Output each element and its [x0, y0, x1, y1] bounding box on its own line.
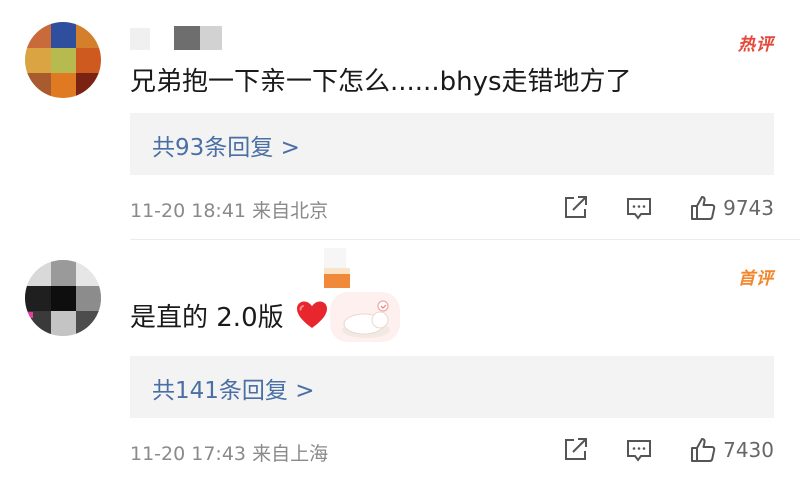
like-button[interactable]: 7430 [689, 436, 774, 464]
comment-time: 11-20 17:43 [130, 443, 247, 465]
comment-icon[interactable] [625, 436, 653, 464]
comment-text-body: 是直的 2.0版 [130, 303, 284, 333]
share-icon[interactable] [561, 436, 589, 464]
hot-comment-badge: 热评 [738, 35, 774, 55]
replies-label: 共141条回复 > [152, 378, 315, 404]
like-count: 7430 [723, 438, 774, 462]
comment-actions: 7430 [561, 436, 774, 464]
replies-link[interactable]: 共141条回复 > [130, 356, 774, 418]
replies-label: 共93条回复 > [152, 135, 300, 161]
comment-meta: 11-20 18:41 来自北京 [130, 196, 328, 223]
like-button[interactable]: 9743 [689, 194, 774, 222]
like-icon [689, 194, 717, 222]
comment-item: 热评 兄弟抱一下亲一下怎么......bhys走错地方了 共93条回复 > 11… [0, 0, 800, 240]
avatar[interactable] [25, 22, 101, 98]
first-comment-badge: 首评 [738, 269, 774, 289]
heart-emoji [296, 300, 328, 340]
username-redacted[interactable] [130, 24, 350, 50]
comment-time: 11-20 18:41 [130, 200, 247, 222]
comment-text: 兄弟抱一下亲一下怎么......bhys走错地方了 [130, 67, 632, 97]
username-redacted[interactable] [130, 248, 350, 288]
comment-item: 首评 是直的 2.0版 共141条回复 > 11-20 17:43 来自上海 7… [0, 240, 800, 483]
replies-link[interactable]: 共93条回复 > [130, 113, 774, 175]
like-icon [689, 436, 717, 464]
comment-icon[interactable] [625, 194, 653, 222]
comment-text: 是直的 2.0版 [130, 300, 328, 340]
comment-actions: 9743 [561, 194, 774, 222]
share-icon[interactable] [561, 194, 589, 222]
sticker-cat [330, 292, 400, 342]
avatar[interactable] [25, 260, 101, 336]
comment-source: 来自北京 [252, 200, 329, 222]
like-count: 9743 [723, 196, 774, 220]
comment-meta: 11-20 17:43 来自上海 [130, 439, 328, 466]
comment-source: 来自上海 [252, 443, 329, 465]
